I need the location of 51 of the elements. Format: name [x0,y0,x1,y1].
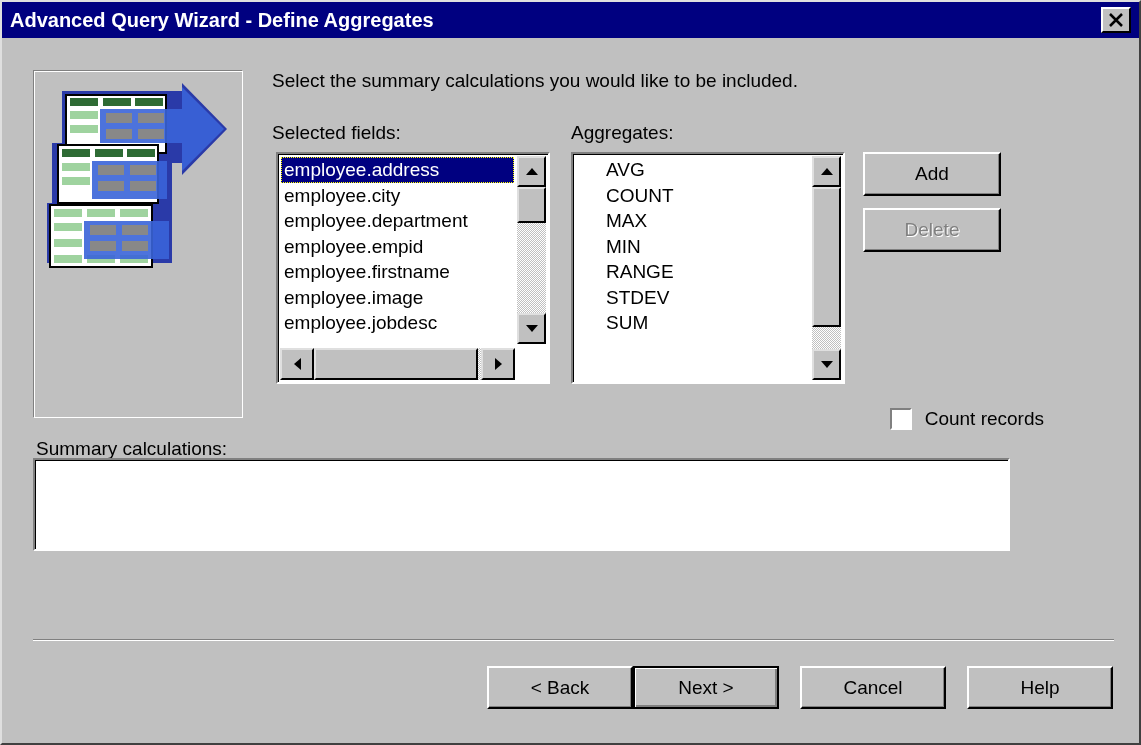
scroll-up-button[interactable] [812,156,841,187]
close-icon [1108,13,1124,27]
up-arrow-icon [525,168,538,175]
aggregate-list-item[interactable]: STDEV [603,284,809,310]
field-list-item[interactable]: employee.department [281,208,514,234]
field-list-item[interactable]: employee.address [281,157,514,183]
summary-calculations-field[interactable] [33,458,1010,551]
close-button[interactable] [1101,7,1131,33]
scroll-down-button[interactable] [517,313,546,344]
wizard-button[interactable]: < Back [487,666,633,709]
field-list-item[interactable]: employee.jobdesc [281,310,514,336]
scroll-right-button[interactable] [481,348,515,380]
count-records-label: Count records [924,408,1044,430]
vertical-scrollbar[interactable] [812,156,841,380]
right-arrow-icon [494,358,502,370]
aggregate-list-item[interactable]: AVG [603,157,809,183]
aggregates-label: Aggregates: [571,122,675,145]
selected-fields-label: Selected fields: [272,122,402,145]
aggregate-list-item[interactable]: COUNT [603,182,809,208]
field-list-item[interactable]: employee.city [281,182,514,208]
left-arrow-icon [293,358,301,370]
up-arrow-icon [820,168,833,175]
aggregate-list-item[interactable]: RANGE [603,259,809,285]
aggregate-list-item[interactable]: SUM [603,310,809,336]
summary-calculations-label: Summary calculations: [36,438,229,461]
scroll-left-button[interactable] [280,348,314,380]
scroll-track[interactable] [478,348,481,380]
scroll-thumb[interactable] [812,187,841,327]
scroll-down-button[interactable] [812,349,841,380]
field-list-item[interactable]: employee.firstname [281,259,514,285]
field-list-item[interactable]: employee.image [281,284,514,310]
wizard-button[interactable]: Help [967,666,1113,709]
window-title: Advanced Query Wizard - Define Aggregates [10,8,434,32]
scroll-up-button[interactable] [517,156,546,187]
count-records-checkbox[interactable] [889,408,912,430]
field-list-item[interactable]: employee.empid [281,233,514,259]
list-action-button[interactable]: Add [863,152,1001,196]
down-arrow-icon [820,361,833,368]
vertical-scrollbar[interactable] [517,156,546,344]
wizard-button[interactable]: Next > [633,666,779,709]
selected-fields-list[interactable]: employee.address employee.city employee.department employee.empid employee.firstname employee.image employee.jobdesc [276,152,550,384]
wizard-button[interactable]: Cancel [800,666,946,709]
down-arrow-icon [525,325,538,332]
scroll-thumb[interactable] [517,187,546,223]
aggregate-list-item[interactable]: MAX [603,208,809,234]
horizontal-scrollbar[interactable] [280,348,515,380]
aggregates-list[interactable]: AVG COUNT MAX MIN RANGE STDEV SUM [571,152,845,384]
aggregate-list-item[interactable]: MIN [603,233,809,259]
scroll-track[interactable] [812,327,841,349]
scroll-thumb[interactable] [314,348,478,380]
instruction-text: Select the summary calculations you would like to be included. [272,70,799,92]
